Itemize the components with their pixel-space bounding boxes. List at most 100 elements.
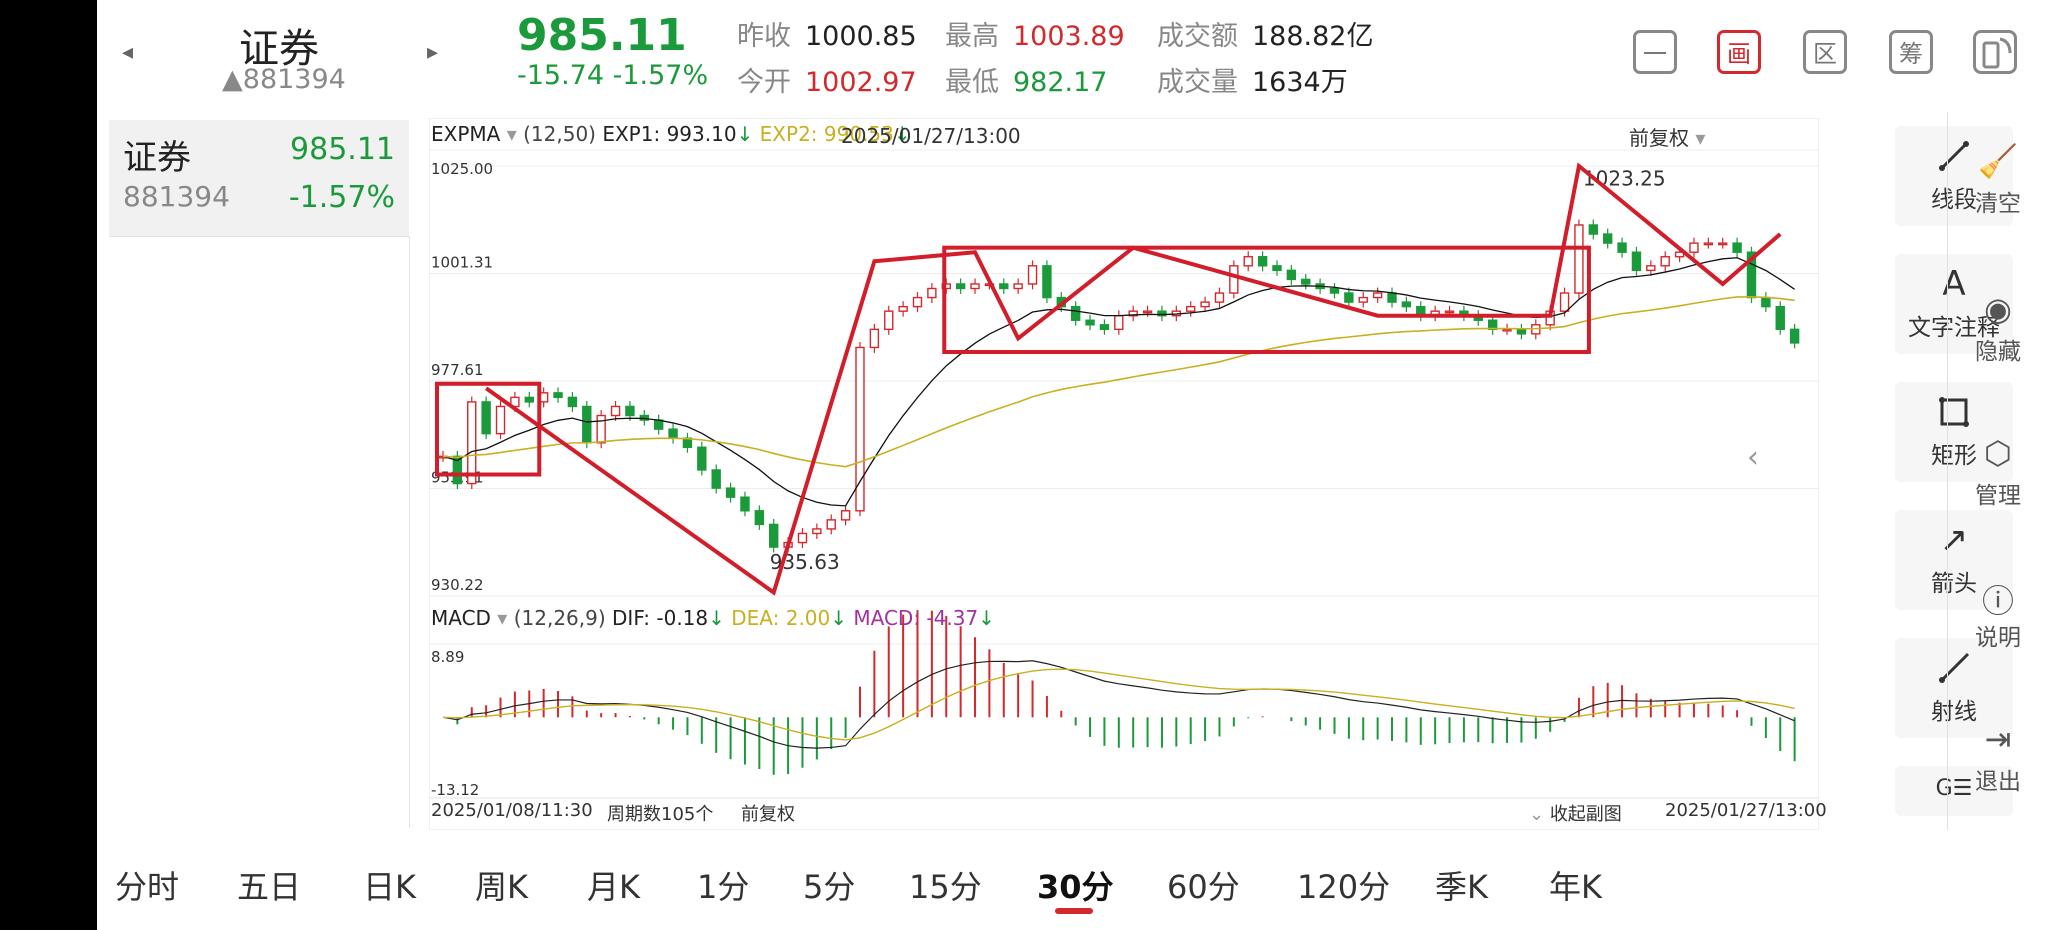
open-price: 今开 1002.97 [737, 67, 917, 98]
candle [725, 487, 736, 498]
manage-button[interactable]: ⬡ 管理 [1948, 434, 2048, 510]
candle [1329, 287, 1340, 294]
candle [769, 523, 779, 548]
help-icon: ⓘ [1981, 582, 2014, 620]
tab-15分[interactable]: 15分 [909, 862, 982, 908]
tab-年K[interactable]: 年K [1549, 862, 1602, 908]
cursor-date: 2025/01/27/13:00 [841, 124, 1021, 148]
prev-stock-arrow[interactable]: ◂ [122, 40, 133, 65]
hide-button[interactable]: ◉ 隐藏 [1948, 290, 2048, 366]
manage-icon: ⬡ [1984, 434, 2012, 472]
exit-button[interactable]: ⇥ 退出 [1948, 720, 2048, 796]
candle [1617, 242, 1627, 253]
adjust-label: 前复权 [741, 804, 795, 825]
candle [1200, 301, 1210, 308]
period-tabs: 分时 五日 日K 周K 月K 1分 5分 15分 30分 60分 120分 季K 年K [97, 842, 2048, 930]
chart-canvas[interactable]: 1025.001001.31977.61953.91930.22935.6310… [429, 118, 1819, 830]
stock-list-item[interactable]: 证券 985.11 881394 -1.57% [109, 120, 409, 237]
macd-legend: MACD ▾ (12,26,9) DIF: -0.18↓ DEA: 2.00↓ … [431, 606, 995, 630]
stock-code: ▲881394 [222, 64, 346, 95]
candle [1732, 242, 1742, 253]
candle [467, 401, 477, 485]
expma-selector[interactable]: EXPMA [431, 122, 500, 146]
candle [610, 405, 621, 417]
candle [596, 414, 606, 444]
side-stock-name: 证券 [123, 138, 191, 178]
minimize-button[interactable]: 一 [1633, 30, 1677, 74]
rotate-screen-button[interactable] [1973, 30, 2017, 74]
turnover-volume: 成交量 1634万 [1157, 67, 1348, 98]
candle [625, 405, 635, 417]
collapse-tools-button[interactable]: ‹ [1747, 440, 1759, 475]
candle [1559, 292, 1570, 312]
side-stock-pct: -1.57% [288, 180, 395, 215]
help-button[interactable]: ⓘ 说明 [1948, 576, 2048, 652]
candle [1387, 292, 1397, 303]
candle [1301, 278, 1311, 285]
tab-5分[interactable]: 5分 [803, 862, 855, 908]
candle [1013, 283, 1023, 290]
clear-icon: 🧹 [1978, 142, 2018, 180]
candle [1286, 269, 1297, 281]
candle [1229, 265, 1239, 294]
tab-1分[interactable]: 1分 [697, 862, 749, 908]
candle [524, 396, 534, 403]
tab-周K[interactable]: 周K [475, 862, 528, 908]
candle [1574, 224, 1584, 294]
candle [898, 305, 908, 312]
exit-icon: ⇥ [1984, 720, 2012, 758]
adjust-selector[interactable]: 前复权 ▾ [1629, 122, 1705, 151]
period-count: 周期数105个 [607, 804, 714, 825]
prev-close: 昨收 1000.85 [737, 21, 917, 52]
macd-tick-label: -13.12 [431, 781, 479, 799]
next-stock-arrow[interactable]: ▸ [427, 40, 438, 65]
tab-60分[interactable]: 60分 [1167, 862, 1240, 908]
clear-button[interactable]: 🧹 清空 [1948, 142, 2048, 218]
tab-分时[interactable]: 分时 [115, 862, 179, 908]
low-price: 最低 982.17 [945, 67, 1108, 98]
tab-五日[interactable]: 五日 [237, 862, 301, 908]
candle [754, 510, 765, 526]
chart-end-date: 2025/01/27/13:00 [1665, 800, 1827, 821]
candle [1114, 315, 1124, 331]
app-screen: ◂ 证券 ▲881394 ▸ 985.11 -15.74 -1.57% 昨收 10… [97, 0, 2048, 930]
kline-chart[interactable]: 1025.001001.31977.61953.91930.22935.6310… [429, 118, 1827, 830]
candle [1631, 251, 1642, 272]
candle [1602, 233, 1613, 244]
candle [740, 496, 750, 512]
range-button[interactable]: 区 [1803, 30, 1847, 74]
candle [1516, 328, 1527, 335]
tab-30分[interactable]: 30分 [1037, 862, 1114, 908]
candle [1243, 256, 1253, 267]
candle [1689, 242, 1699, 253]
stock-list-empty [109, 236, 410, 828]
candle [582, 405, 592, 444]
draw-button[interactable]: 画 [1717, 30, 1761, 74]
macd-selector[interactable]: MACD [431, 606, 491, 630]
collapse-subchart-button[interactable]: ⌄ 收起副图 [1529, 800, 1622, 826]
candle [668, 428, 678, 439]
y-tick-label: 977.61 [431, 361, 484, 379]
tab-月K[interactable]: 月K [587, 862, 640, 908]
tab-120分[interactable]: 120分 [1297, 862, 1390, 908]
turnover-amount: 成交额 188.82亿 [1157, 21, 1374, 52]
expma-legend: EXPMA ▾ (12,50) EXP1: 993.10↓ EXP2: 990.… [431, 122, 911, 146]
active-tab-underline [1055, 908, 1093, 914]
tab-日K[interactable]: 日K [363, 862, 416, 908]
candle [553, 392, 563, 399]
candle [697, 446, 707, 471]
side-stock-price: 985.11 [290, 132, 395, 167]
chips-button[interactable]: 筹 [1889, 30, 1933, 74]
candle [884, 310, 894, 331]
candle [1142, 310, 1153, 314]
candle [912, 296, 923, 308]
candle [869, 328, 880, 349]
candle [797, 532, 808, 544]
candle [1703, 242, 1714, 246]
candle [927, 287, 937, 299]
candle [1401, 301, 1412, 308]
tab-季K[interactable]: 季K [1435, 862, 1488, 908]
drawing-actions-panel: 🧹 清空 ◉ 隐藏 ⬡ 管理 ⓘ 说明 ⇥ 退出 [1947, 112, 2048, 830]
y-tick-label: 1001.31 [431, 253, 493, 271]
candle [711, 469, 721, 489]
